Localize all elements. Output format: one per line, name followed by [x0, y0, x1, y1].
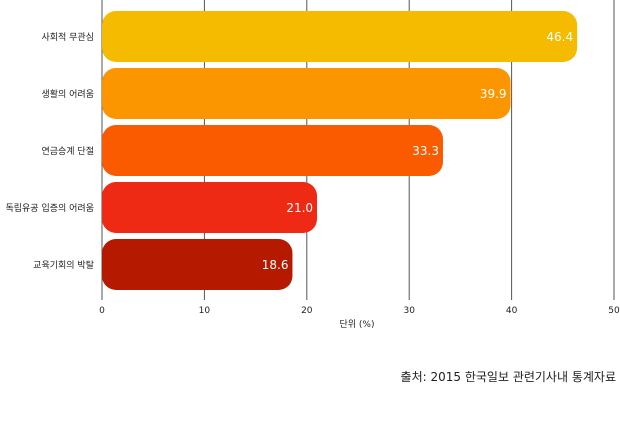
x-tick-label: 30	[403, 306, 415, 316]
category-label: 교육기회의 박탈	[33, 260, 94, 271]
bar	[102, 182, 318, 233]
data-label: 33.3	[412, 144, 439, 158]
x-tick-label: 40	[506, 306, 518, 316]
source-note: 출처: 2015 한국일보 관련기사내 통계자료	[400, 370, 616, 384]
x-tick-label: 10	[199, 306, 211, 316]
category-label: 사회적 무관심	[41, 31, 94, 43]
data-label: 21.0	[286, 201, 313, 215]
x-tick-labels: 0 10 20 30 40 50	[99, 306, 620, 316]
x-tick-label: 50	[608, 306, 620, 316]
x-axis-label: 단위 (%)	[340, 319, 375, 330]
data-label: 46.4	[546, 30, 573, 44]
x-tick-label: 0	[99, 306, 105, 316]
data-label: 18.6	[262, 258, 289, 272]
x-tick-label: 20	[301, 306, 313, 316]
category-labels: 사회적 무관심생활의 어려움연금승계 단절독립유공 입증의 어려움교육기회의 박…	[5, 31, 94, 271]
bars: 46.4 39.9 33.3 21.0 18.6	[102, 11, 578, 290]
data-label: 39.9	[480, 87, 507, 101]
category-label: 독립유공 입증의 어려움	[5, 202, 94, 214]
category-label: 연금승계 단절	[41, 145, 94, 157]
category-label: 생활의 어려움	[41, 88, 94, 100]
bar	[102, 68, 511, 119]
bar	[102, 11, 578, 62]
bar	[102, 125, 443, 176]
